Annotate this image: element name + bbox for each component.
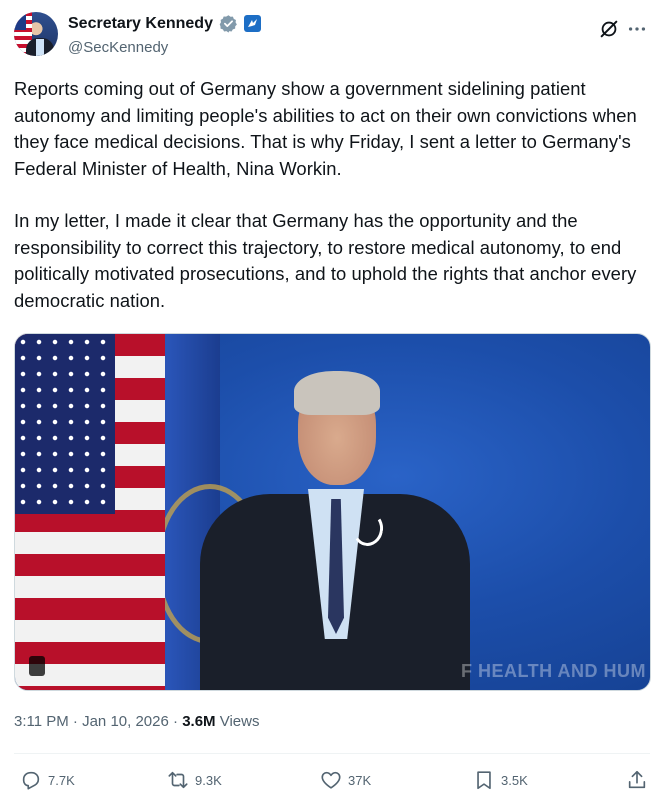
us-flag-canton: [15, 334, 115, 514]
bookmark-button[interactable]: 3.5K: [473, 766, 528, 794]
meta-separator: ·: [72, 713, 78, 730]
more-icon[interactable]: [626, 18, 648, 40]
name-row: Secretary Kennedy: [68, 14, 261, 33]
repost-count: 9.3K: [195, 772, 222, 788]
speaker-figure: [200, 369, 470, 690]
tweet-text: Reports coming out of Germany show a gov…: [14, 76, 650, 314]
like-button[interactable]: 37K: [320, 766, 371, 794]
tweet-video[interactable]: F HEALTH AND HUM: [14, 333, 651, 691]
reply-icon: [22, 771, 40, 790]
action-bar: 7.7K 9.3K 37K 3.5K: [14, 766, 650, 794]
share-button[interactable]: [626, 766, 648, 794]
eagle-icon: [247, 19, 257, 27]
bookmark-icon: [477, 771, 491, 790]
tweet-meta: 3:11 PM · Jan 10, 2026 · 3.6M Views: [14, 713, 259, 730]
avatar[interactable]: [14, 12, 58, 56]
repost-button[interactable]: 9.3K: [167, 766, 222, 794]
like-icon: [321, 771, 341, 789]
reply-button[interactable]: 7.7K: [20, 766, 75, 794]
grok-icon[interactable]: [598, 18, 620, 40]
tweet-header: Secretary Kennedy @SecKennedy: [14, 12, 648, 60]
backdrop-text: F HEALTH AND HUM: [461, 661, 646, 681]
repost-icon: [168, 771, 188, 789]
tweet-paragraph: Reports coming out of Germany show a gov…: [14, 78, 637, 179]
tweet-date[interactable]: Jan 10, 2026: [82, 713, 169, 730]
like-count: 37K: [348, 772, 372, 788]
reply-count: 7.7K: [48, 772, 75, 788]
share-icon: [628, 770, 646, 789]
avatar-shirt: [36, 39, 44, 56]
handle[interactable]: @SecKennedy: [68, 39, 168, 56]
views-label: Views: [219, 713, 260, 730]
government-badge-icon[interactable]: [243, 15, 261, 32]
tweet-paragraph: In my letter, I made it clear that Germa…: [14, 210, 637, 311]
verified-badge-icon[interactable]: [219, 14, 238, 33]
meta-separator: ·: [173, 713, 179, 730]
speaker-hair: [294, 371, 380, 415]
tweet-time[interactable]: 3:11 PM: [14, 713, 69, 730]
views-count: 3.6M: [182, 713, 216, 730]
divider: [14, 753, 650, 754]
display-name[interactable]: Secretary Kennedy: [68, 15, 213, 33]
bookmark-count: 3.5K: [501, 772, 528, 788]
video-badge-icon[interactable]: [29, 656, 45, 676]
